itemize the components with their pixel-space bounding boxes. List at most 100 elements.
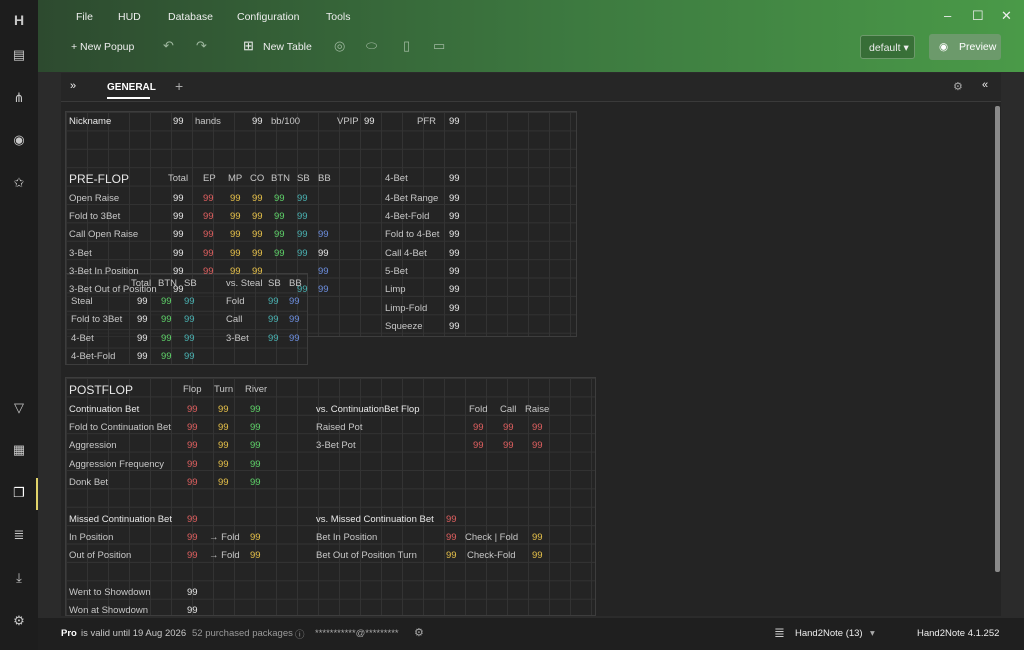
row-3bet-ip: 3-Bet In Position xyxy=(69,266,139,277)
menu-tools[interactable]: Tools xyxy=(326,11,351,23)
stat-value: 99 xyxy=(250,422,261,433)
stat-value: 99 xyxy=(230,193,241,204)
stat-value: 99 xyxy=(184,296,195,307)
stat-value: 99 xyxy=(252,266,263,277)
stat-value: 99 xyxy=(137,351,148,362)
vs-steal-col-bb: BB xyxy=(289,278,302,289)
preview-label: Preview xyxy=(959,41,997,53)
stat-value: 99 xyxy=(218,459,229,470)
stat-value: 99 xyxy=(187,514,198,525)
redo-icon[interactable]: ↷ xyxy=(196,38,207,54)
stat-value: 99 xyxy=(252,193,263,204)
packages-count[interactable]: 52 purchased packages xyxy=(192,628,293,639)
pro-badge: Pro xyxy=(61,628,77,639)
vs-steal-col-sb: SB xyxy=(268,278,281,289)
stat-value: 99 xyxy=(161,314,172,325)
collapse-icon[interactable]: « xyxy=(982,79,988,91)
stat-value: 99 xyxy=(274,229,285,240)
new-table-button[interactable]: New Table xyxy=(263,41,312,53)
steal-row-fold-3bet: Fold to 3Bet xyxy=(71,314,123,325)
row-open-raise: Open Raise xyxy=(69,193,120,204)
col-bb: BB xyxy=(318,173,331,184)
row-in-position: In Position xyxy=(69,532,114,543)
download-icon[interactable]: ⤓ xyxy=(0,563,38,593)
account-gear-icon[interactable]: ⚙ xyxy=(414,626,424,639)
row-went-to-showdown: Went to Showdown xyxy=(69,587,151,598)
row-fold-to-4bet: Fold to 4-Bet xyxy=(385,229,440,240)
menu-configuration[interactable]: Configuration xyxy=(237,11,299,23)
hud-icon[interactable]: ❐ xyxy=(0,478,38,508)
stat-value: 99 xyxy=(173,229,184,240)
star-list-icon[interactable]: ✩ xyxy=(0,168,38,198)
seat-vertical-icon[interactable]: ▯ xyxy=(403,38,410,54)
add-tab-icon[interactable]: + xyxy=(175,78,183,94)
seat-horizontal-icon[interactable]: ▭ xyxy=(433,38,445,54)
report-icon[interactable]: ▤ xyxy=(0,40,38,70)
menu-database[interactable]: Database xyxy=(168,11,213,23)
arrow-fold-label: → Fold xyxy=(209,532,240,543)
stat-value: 99 xyxy=(137,296,148,307)
gear-icon[interactable]: ⚙ xyxy=(953,80,963,93)
row-4bet: 4-Bet xyxy=(385,173,408,184)
chevron-down-icon[interactable]: ▾ xyxy=(870,628,875,639)
stat-value: 99 xyxy=(187,477,198,488)
scrollbar[interactable] xyxy=(995,106,1000,572)
col-ep: EP xyxy=(203,173,216,184)
info-icon[interactable]: ⓘ xyxy=(295,627,305,641)
row-missed-cbet: Missed Continuation Bet xyxy=(69,514,172,525)
stat-value: 99 xyxy=(297,248,308,259)
layout-icon[interactable]: ▦ xyxy=(0,435,38,465)
nickname-label: Nickname xyxy=(69,116,112,127)
left-sidebar: H ▤ ⋔ ◉ ✩ ▽ ▦ ❐ ≣ ⤓ ⚙ xyxy=(0,0,38,650)
stat-value: 99 xyxy=(289,296,300,307)
tab-general[interactable]: GENERAL xyxy=(107,82,156,93)
database-icon[interactable]: ≣ xyxy=(0,520,38,550)
close-icon[interactable]: ✕ xyxy=(1001,8,1012,24)
vs-cbet-header: vs. ContinuationBet Flop xyxy=(316,404,420,415)
row-5bet: 5-Bet xyxy=(385,266,408,277)
stat-value: 99 xyxy=(250,550,261,561)
col-turn: Turn xyxy=(214,384,234,395)
vs-col-raise: Raise xyxy=(525,404,550,415)
steal-row-4bet: 4-Bet xyxy=(71,333,94,344)
expand-icon[interactable]: » xyxy=(70,80,76,92)
menu-hud[interactable]: HUD xyxy=(118,11,141,23)
broadcast-icon[interactable]: ◉ xyxy=(0,125,38,155)
profile-label: default xyxy=(869,42,901,54)
seat-oval-icon[interactable]: ⬭ xyxy=(366,38,377,54)
row-call-open-raise: Call Open Raise xyxy=(69,229,139,240)
filter-icon[interactable]: ▽ xyxy=(0,393,38,423)
steal-col-btn: BTN xyxy=(158,278,177,289)
stat-value: 99 xyxy=(230,211,241,222)
stat-value: 99 xyxy=(274,193,285,204)
stat-value: 99 xyxy=(289,333,300,344)
row-4bet-fold: 4-Bet-Fold xyxy=(385,211,430,222)
undo-icon[interactable]: ↶ xyxy=(163,38,174,54)
stat-value: 99 xyxy=(137,314,148,325)
stat-value: 99 xyxy=(449,303,460,314)
stat-value: 99 xyxy=(187,587,198,598)
share-icon[interactable]: ⋔ xyxy=(0,83,38,113)
maximize-icon[interactable]: ☐ xyxy=(972,8,984,24)
minimize-icon[interactable]: – xyxy=(944,8,951,23)
settings-icon[interactable]: ⚙ xyxy=(0,606,38,636)
preview-button[interactable]: ◉ Preview xyxy=(929,34,1001,60)
stat-value: 99 xyxy=(449,229,460,240)
license-validity: is valid until 19 Aug 2026 xyxy=(81,628,187,639)
stat-value: 99 xyxy=(274,248,285,259)
col-total: Total xyxy=(168,173,189,184)
menu-file[interactable]: File xyxy=(76,11,93,23)
stat-value: 99 xyxy=(218,422,229,433)
bb100-label: bb/100 xyxy=(271,116,301,127)
stat-value: 99 xyxy=(318,266,329,277)
stat-value: 99 xyxy=(446,532,457,543)
seat-top-icon[interactable]: ◎ xyxy=(334,38,345,54)
new-popup-button[interactable]: + New Popup xyxy=(71,41,134,53)
stat-value: 99 xyxy=(187,532,198,543)
database-selector[interactable]: Hand2Note (13) xyxy=(795,628,863,639)
stat-value: 99 xyxy=(473,440,484,451)
stat-value: 99 xyxy=(532,422,543,433)
active-indicator xyxy=(36,478,38,510)
row-fold-cbet: Fold to Continuation Bet xyxy=(69,422,171,433)
profile-dropdown[interactable]: default ▾ xyxy=(860,35,915,59)
